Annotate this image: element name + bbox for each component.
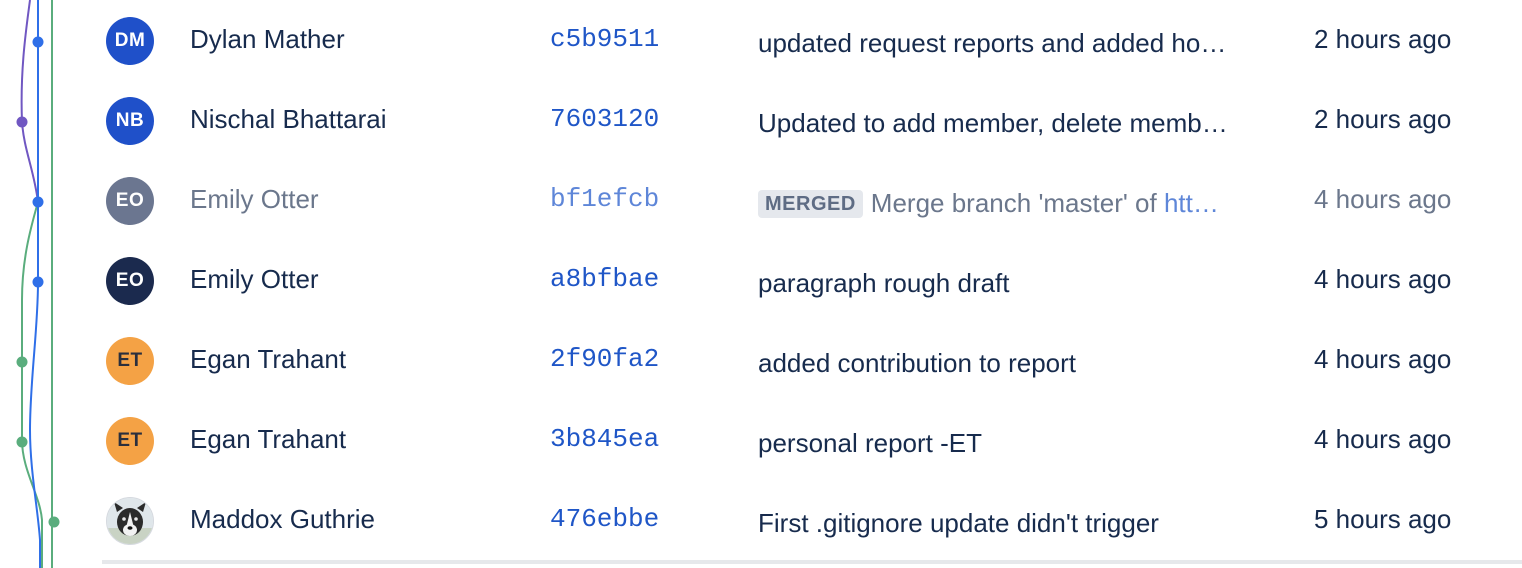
merged-badge: MERGED	[758, 189, 863, 218]
commit-row[interactable]: EO Emily Otter a8bfbae paragraph rough d…	[0, 240, 1522, 320]
commit-author[interactable]: Egan Trahant	[190, 344, 346, 375]
commit-time: 4 hours ago	[1314, 424, 1452, 454]
commit-message: added contribution to report	[758, 348, 1282, 379]
commit-author[interactable]: Maddox Guthrie	[190, 504, 375, 535]
commit-history-page: DM Dylan Mather c5b9511 updated request …	[0, 0, 1522, 568]
commit-author[interactable]: Nischal Bhattarai	[190, 104, 387, 135]
commit-time: 4 hours ago	[1314, 344, 1452, 374]
commit-hash-link[interactable]: bf1efcb	[550, 184, 659, 214]
commit-row[interactable]: Maddox Guthrie 476ebbe First .gitignore …	[0, 480, 1522, 560]
commit-hash-link[interactable]: 476ebbe	[550, 504, 659, 534]
avatar[interactable]: EO	[106, 177, 154, 225]
commit-message: paragraph rough draft	[758, 268, 1282, 299]
commit-hash-link[interactable]: c5b9511	[550, 24, 659, 54]
avatar[interactable]: DM	[106, 17, 154, 65]
commit-message: personal report -ET	[758, 428, 1282, 459]
commit-hash-link[interactable]: a8bfbae	[550, 264, 659, 294]
dog-photo-icon	[107, 498, 153, 544]
merge-source-link[interactable]: htt…	[1164, 188, 1219, 218]
commit-row[interactable]: DM Dylan Mather c5b9511 updated request …	[0, 0, 1522, 80]
commit-author[interactable]: Emily Otter	[190, 184, 319, 215]
commit-message: Updated to add member, delete memb…	[758, 108, 1282, 139]
avatar[interactable]: EO	[106, 257, 154, 305]
dog-photo-avatar[interactable]	[106, 497, 154, 545]
commit-hash-link[interactable]: 3b845ea	[550, 424, 659, 454]
commit-message-text: Updated to add member, delete memb…	[758, 108, 1228, 138]
commit-message-text: paragraph rough draft	[758, 268, 1010, 298]
commit-message-text: Merge branch 'master' of htt…	[871, 188, 1219, 219]
commit-message-text: updated request reports and added ho…	[758, 28, 1227, 58]
commit-time: 5 hours ago	[1314, 504, 1452, 534]
commit-message-text: First .gitignore update didn't trigger	[758, 508, 1159, 538]
list-bottom-divider	[102, 560, 1522, 564]
commit-message-text: added contribution to report	[758, 348, 1076, 378]
commit-author[interactable]: Emily Otter	[190, 264, 319, 295]
commit-message: MERGED Merge branch 'master' of htt…	[758, 188, 1282, 219]
commit-message-text: personal report -ET	[758, 428, 982, 458]
avatar[interactable]: ET	[106, 337, 154, 385]
commit-row[interactable]: ET Egan Trahant 2f90fa2 added contributi…	[0, 320, 1522, 400]
commit-list: DM Dylan Mather c5b9511 updated request …	[0, 0, 1522, 568]
avatar[interactable]: NB	[106, 97, 154, 145]
commit-message: updated request reports and added ho…	[758, 28, 1282, 59]
commit-row[interactable]: ET Egan Trahant 3b845ea personal report …	[0, 400, 1522, 480]
commit-time: 2 hours ago	[1314, 104, 1452, 134]
commit-time: 2 hours ago	[1314, 24, 1452, 54]
merge-message-prefix: Merge branch 'master' of	[870, 188, 1164, 218]
commit-row[interactable]: NB Nischal Bhattarai 7603120 Updated to …	[0, 80, 1522, 160]
commit-message: First .gitignore update didn't trigger	[758, 508, 1282, 539]
avatar[interactable]: ET	[106, 417, 154, 465]
commit-author[interactable]: Egan Trahant	[190, 424, 346, 455]
commit-row[interactable]: EO Emily Otter bf1efcb MERGED Merge bran…	[0, 160, 1522, 240]
commit-hash-link[interactable]: 7603120	[550, 104, 659, 134]
commit-time: 4 hours ago	[1314, 184, 1452, 214]
commit-author[interactable]: Dylan Mather	[190, 24, 345, 55]
commit-hash-link[interactable]: 2f90fa2	[550, 344, 659, 374]
commit-time: 4 hours ago	[1314, 264, 1452, 294]
